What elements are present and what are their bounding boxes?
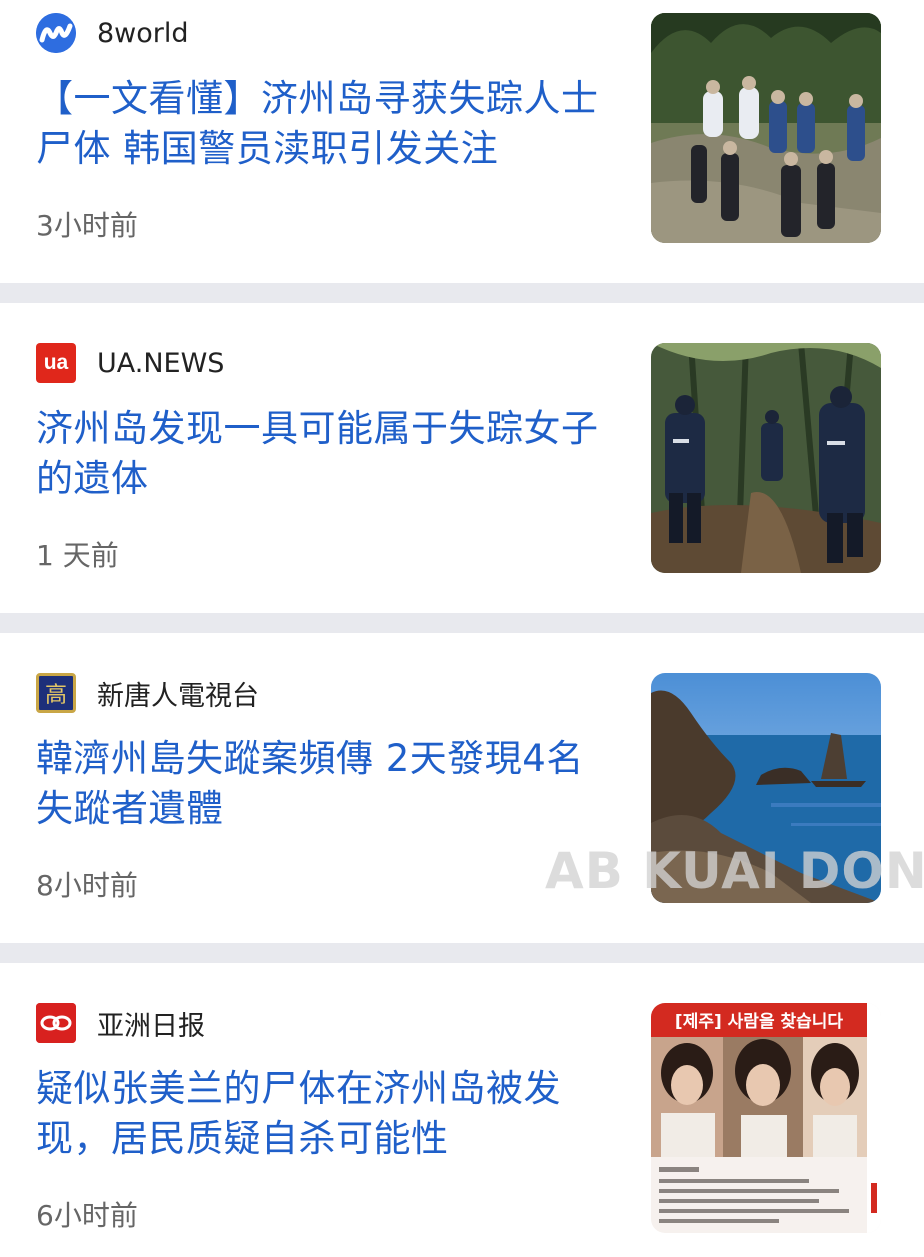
- asia-daily-logo-icon: [36, 1003, 76, 1043]
- source-row: 高 新唐人電視台: [36, 673, 259, 713]
- card-separator: [0, 943, 924, 963]
- ntd-logo-icon: 高: [36, 673, 76, 713]
- card-separator: [0, 613, 924, 633]
- source-row: ua UA.NEWS: [36, 343, 224, 383]
- article-card-8world[interactable]: 8world 【一文看懂】济州岛寻获失踪人士尸体 韩国警员渎职引发关注 3小时前: [0, 0, 924, 283]
- source-name: UA.NEWS: [97, 347, 225, 379]
- article-time: 3小时前: [36, 209, 138, 242]
- article-time: 1 天前: [36, 539, 119, 572]
- article-headline[interactable]: 疑似张美兰的尸体在济州岛被发现，居民质疑自杀可能性: [36, 1064, 616, 1164]
- article-card-ua-news[interactable]: ua UA.NEWS 济州岛发现一具可能属于失踪女子的遗体 1 天前: [0, 303, 924, 613]
- source-name: 亚洲日报: [97, 1010, 205, 1042]
- ntd-logo-text: 高: [44, 683, 67, 708]
- article-headline[interactable]: 【一文看懂】济州岛寻获失踪人士尸体 韩国警员渎职引发关注: [36, 74, 616, 174]
- article-headline[interactable]: 济州岛发现一具可能属于失踪女子的遗体: [36, 404, 616, 504]
- ua-news-logo-icon: ua: [36, 343, 76, 383]
- source-name: 新唐人電視台: [97, 680, 259, 712]
- ua-news-logo-text: ua: [43, 351, 69, 374]
- source-row: 8world: [36, 13, 189, 53]
- 8world-logo-icon: [36, 13, 76, 53]
- article-thumbnail[interactable]: [제주] 사람을 찾습니다: [651, 1003, 881, 1233]
- article-thumbnail[interactable]: [651, 673, 881, 903]
- poster-title: [제주] 사람을 찾습니다: [675, 1011, 843, 1032]
- article-card-asia-daily[interactable]: 亚洲日报 疑似张美兰的尸体在济州岛被发现，居民质疑自杀可能性 6小时前 [제주]…: [0, 963, 924, 1257]
- article-card-ntd[interactable]: 高 新唐人電視台 韓濟州島失蹤案頻傳 2天發現4名失蹤者遺體 8小时前: [0, 633, 924, 943]
- article-headline[interactable]: 韓濟州島失蹤案頻傳 2天發現4名失蹤者遺體: [36, 734, 616, 834]
- article-thumbnail[interactable]: [651, 13, 881, 243]
- source-name: 8world: [97, 17, 189, 49]
- article-time: 8小时前: [36, 869, 138, 902]
- card-separator: [0, 283, 924, 303]
- article-time: 6小时前: [36, 1199, 138, 1232]
- news-feed: 8world 【一文看懂】济州岛寻获失踪人士尸体 韩国警员渎职引发关注 3小时前…: [0, 0, 924, 1257]
- source-row: 亚洲日报: [36, 1003, 205, 1043]
- article-thumbnail[interactable]: [651, 343, 881, 573]
